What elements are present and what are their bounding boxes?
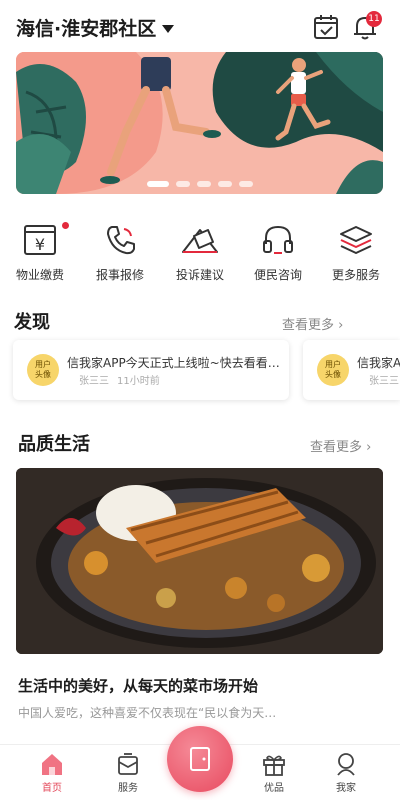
service-label: 投诉建议	[175, 268, 224, 282]
quality-see-more-link[interactable]: 查看更多 ›	[310, 436, 371, 455]
service-label: 更多服务	[331, 268, 380, 282]
service-property-fee[interactable]: ¥ 物业缴费	[2, 222, 78, 292]
service-box-icon	[118, 753, 138, 775]
user-avatar: 用户 头像	[317, 354, 349, 386]
service-grid: ¥ 物业缴费 报事报修 投诉建议 便民咨询 更多服务	[0, 222, 400, 292]
service-label: 物业缴费	[15, 268, 64, 282]
news-title: 信我家APP今天正式上线啦~快去看看…	[67, 356, 280, 370]
see-more-label: 查看更多	[310, 440, 363, 455]
service-complaint[interactable]: 投诉建议	[162, 222, 238, 292]
tab-label: 我家	[336, 783, 356, 794]
tab-label: 优品	[264, 783, 284, 794]
discover-see-more-link[interactable]: 查看更多 ›	[282, 314, 343, 333]
carousel-dot	[239, 181, 253, 187]
carousel-dot-active	[147, 181, 169, 187]
service-label: 报事报修	[95, 268, 144, 282]
service-repair[interactable]: 报事报修	[82, 222, 158, 292]
gift-icon	[263, 755, 285, 776]
notification-badge: 11	[366, 11, 382, 27]
tab-service[interactable]: 服务	[98, 751, 158, 799]
service-more[interactable]: 更多服务	[318, 222, 394, 292]
door-icon	[190, 747, 210, 771]
section-title-discover: 发现	[14, 312, 50, 333]
user-avatar: 用户 头像	[27, 354, 59, 386]
calendar-check-icon[interactable]	[311, 12, 341, 42]
header: 海信·淮安郡社区 11	[0, 0, 400, 54]
promo-banner[interactable]	[16, 52, 383, 194]
home-icon	[42, 754, 62, 775]
banner-illustration	[16, 52, 383, 194]
carousel-dot	[218, 181, 232, 187]
profile-icon	[337, 753, 355, 776]
tab-products[interactable]: 优品	[244, 751, 304, 799]
curry-dish-image	[16, 468, 383, 654]
caret-down-icon	[162, 24, 175, 33]
news-meta: 张三三 11小时前	[79, 372, 160, 387]
news-card[interactable]: 用户 头像 信我家APP今天正式上线啦~快去看看… 张三三 11小时前	[13, 340, 289, 400]
service-consult[interactable]: 便民咨询	[240, 222, 316, 292]
service-label: 便民咨询	[253, 268, 302, 282]
complaint-note-icon	[182, 229, 218, 253]
community-name: 海信·淮安郡社区	[16, 18, 157, 40]
new-indicator-dot	[62, 222, 69, 229]
tab-my-home[interactable]: 我家	[316, 751, 376, 799]
article-cover-image[interactable]	[16, 468, 383, 654]
svg-text:¥: ¥	[35, 235, 45, 254]
article-title[interactable]: 生活中的美好，从每天的菜市场开始	[18, 675, 258, 696]
tab-label: 服务	[118, 783, 138, 794]
news-meta: 张三三11	[369, 372, 400, 387]
community-selector[interactable]: 海信·淮安郡社区	[16, 14, 175, 41]
phone-icon	[107, 226, 135, 255]
chevron-right-icon: ›	[366, 440, 372, 455]
headset-icon	[263, 225, 293, 254]
news-time: 11小时前	[117, 376, 160, 387]
news-author: 张三三	[369, 376, 399, 387]
carousel-dot	[176, 181, 190, 187]
chevron-right-icon: ›	[338, 318, 344, 333]
article-excerpt: 中国人爱吃，这种喜爱不仅表现在“民以食为天…	[18, 706, 277, 720]
tab-label: 首页	[42, 783, 62, 794]
yen-card-icon: ¥	[24, 225, 56, 255]
news-author: 张三三	[79, 376, 109, 387]
news-card[interactable]: 用户头像 信我家A 张三三11	[303, 340, 400, 400]
see-more-label: 查看更多	[282, 318, 335, 333]
tab-home[interactable]: 首页	[22, 751, 82, 799]
center-action-button[interactable]	[167, 726, 233, 792]
section-title-quality: 品质生活	[18, 434, 90, 455]
carousel-dot	[197, 181, 211, 187]
news-title: 信我家A	[357, 356, 400, 370]
layers-icon	[340, 226, 372, 254]
